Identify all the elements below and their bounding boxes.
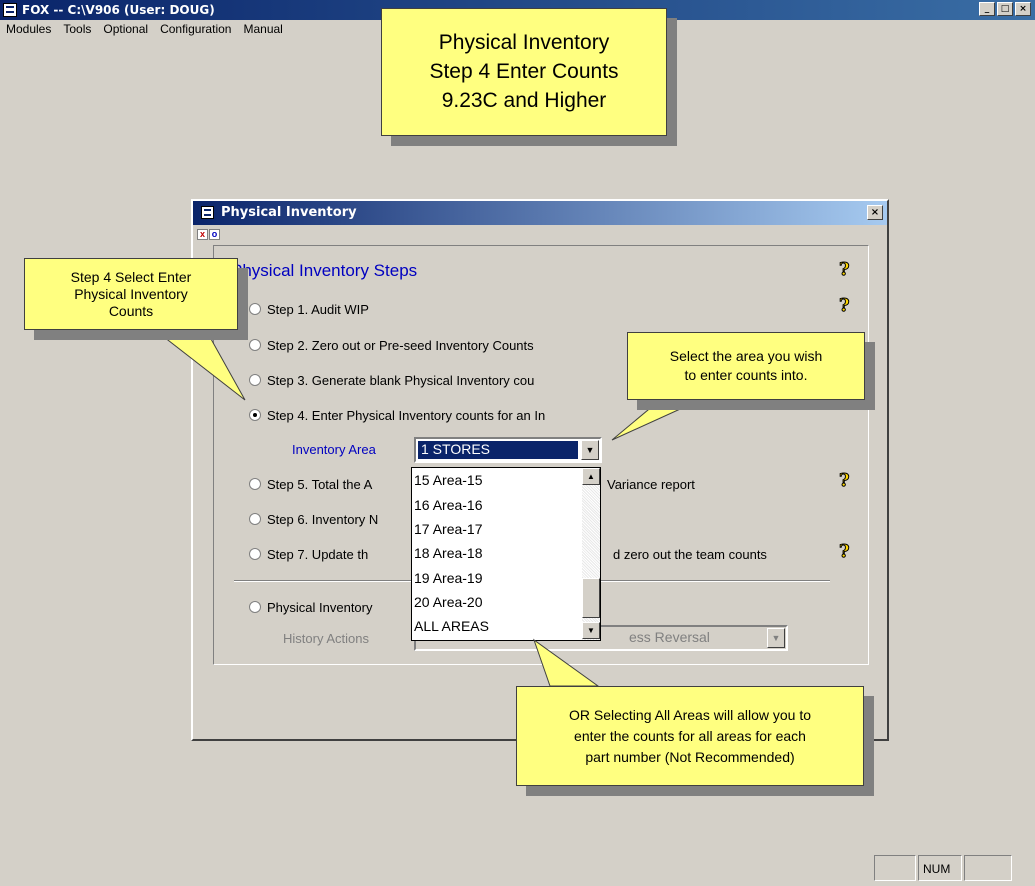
area-option-19[interactable]: 19 Area-19 (414, 570, 483, 586)
step-4-radio[interactable] (249, 409, 261, 421)
help-icon-step-7[interactable]: ? (839, 541, 851, 563)
step-5-option[interactable]: Step 5. Total the A (249, 477, 372, 492)
step-2-label: Step 2. Zero out or Pre-seed Inventory C… (267, 338, 534, 353)
maximize-button[interactable]: □ (997, 2, 1013, 16)
inventory-area-value: 1 STORES (418, 441, 578, 459)
status-panel-3 (964, 855, 1012, 881)
area-callout-line-1: Select the area you wish (669, 348, 823, 364)
area-option-20[interactable]: 20 Area-20 (414, 594, 483, 610)
menu-tools[interactable]: Tools (57, 20, 97, 39)
step-1-radio[interactable] (249, 303, 261, 315)
step-6-radio[interactable] (249, 513, 261, 525)
banner-line-3: 9.23C and Higher (441, 89, 607, 112)
step-4-label: Step 4. Enter Physical Inventory counts … (267, 408, 546, 423)
dialog-titlebar: Physical Inventory × (193, 201, 887, 225)
step-1-label: Step 1. Audit WIP (267, 302, 369, 317)
banner-line-1: Physical Inventory (438, 31, 610, 54)
step4-callout: Step 4 Select Enter Physical Inventory C… (24, 258, 238, 330)
step-7-radio[interactable] (249, 548, 261, 560)
dialog-toolbar: x o (197, 229, 220, 240)
scroll-down-button[interactable]: ▼ (582, 622, 600, 639)
area-option-all[interactable]: ALL AREAS (414, 618, 489, 634)
area-option-17[interactable]: 17 Area-17 (414, 521, 483, 537)
all-areas-callout: OR Selecting All Areas will allow you to… (516, 686, 864, 786)
all-areas-line-3: part number (Not Recommended) (585, 749, 795, 765)
step-2-option[interactable]: Step 2. Zero out or Pre-seed Inventory C… (249, 338, 534, 353)
physical-inventory-history-option[interactable]: Physical Inventory (249, 600, 373, 615)
step-5-label-tail: Variance report (607, 477, 695, 492)
area-callout: Select the area you wish to enter counts… (627, 332, 865, 400)
window-controls: _ □ × (979, 2, 1031, 16)
step-6-label: Step 6. Inventory N (267, 512, 379, 527)
status-bar: NUM (0, 851, 1035, 886)
inventory-area-combo[interactable]: 1 STORES ▼ (414, 437, 602, 463)
step-2-radio[interactable] (249, 339, 261, 351)
area-callout-line-2: to enter counts into. (684, 367, 808, 383)
minimize-button[interactable]: _ (979, 2, 995, 16)
status-panel-1 (874, 855, 916, 881)
app-title: FOX -- C:\V906 (User: DOUG) (22, 3, 215, 17)
step-4-option[interactable]: Step 4. Enter Physical Inventory counts … (249, 408, 545, 423)
step-6-option[interactable]: Step 6. Inventory N (249, 512, 378, 527)
menu-modules[interactable]: Modules (0, 20, 57, 39)
inventory-area-dropdown-button[interactable]: ▼ (581, 440, 599, 460)
history-actions-value: ess Reversal (629, 629, 710, 645)
step-5-label: Step 5. Total the A (267, 477, 373, 492)
step4-callout-line-1: Step 4 Select Enter (70, 269, 192, 285)
group-title: Physical Inventory Steps (231, 261, 418, 280)
help-icon-step-1[interactable]: ? (839, 295, 851, 317)
step-7-label-tail: d zero out the team counts (613, 547, 767, 562)
ok-icon[interactable]: o (209, 229, 220, 240)
area-option-18[interactable]: 18 Area-18 (414, 545, 483, 561)
all-areas-line-1: OR Selecting All Areas will allow you to (569, 707, 811, 723)
history-actions-dropdown-button[interactable]: ▼ (767, 628, 785, 648)
step4-callout-line-3: Counts (108, 303, 154, 319)
close-button[interactable]: × (1015, 2, 1031, 16)
dialog-close-button[interactable]: × (867, 205, 883, 220)
history-actions-label: History Actions (283, 631, 369, 646)
dialog-title: Physical Inventory (221, 205, 357, 220)
scroll-thumb[interactable] (582, 578, 600, 618)
inventory-area-label: Inventory Area (292, 442, 376, 457)
step-3-radio[interactable] (249, 374, 261, 386)
cancel-icon[interactable]: x (197, 229, 208, 240)
help-icon-group[interactable]: ? (839, 259, 851, 281)
step-1-option[interactable]: Step 1. Audit WIP (249, 302, 369, 317)
all-areas-line-2: enter the counts for all areas for each (574, 728, 806, 744)
inventory-area-dropdown-list: 15 Area-15 16 Area-16 17 Area-17 18 Area… (411, 467, 601, 641)
scroll-up-button[interactable]: ▲ (582, 468, 600, 485)
app-icon (3, 3, 17, 17)
menu-configuration[interactable]: Configuration (154, 20, 237, 39)
dialog-icon (201, 206, 214, 219)
step-7-label: Step 7. Update th (267, 547, 369, 562)
help-icon-step-5[interactable]: ? (839, 470, 851, 492)
history-option-label: Physical Inventory (267, 600, 373, 615)
step-7-option[interactable]: Step 7. Update th (249, 547, 368, 562)
banner-callout: Physical Inventory Step 4 Enter Counts 9… (381, 8, 667, 136)
step4-callout-line-2: Physical Inventory (74, 286, 188, 302)
step-5-radio[interactable] (249, 478, 261, 490)
dropdown-scrollbar[interactable]: ▲ ▼ (582, 468, 600, 640)
menu-manual[interactable]: Manual (237, 20, 288, 39)
area-option-15[interactable]: 15 Area-15 (414, 472, 483, 488)
menu-optional[interactable]: Optional (97, 20, 154, 39)
step-3-option[interactable]: Step 3. Generate blank Physical Inventor… (249, 373, 534, 388)
banner-line-2: Step 4 Enter Counts (429, 60, 619, 83)
step-3-label: Step 3. Generate blank Physical Inventor… (267, 373, 535, 388)
area-option-16[interactable]: 16 Area-16 (414, 497, 483, 513)
num-lock-indicator: NUM (918, 855, 962, 881)
history-radio[interactable] (249, 601, 261, 613)
